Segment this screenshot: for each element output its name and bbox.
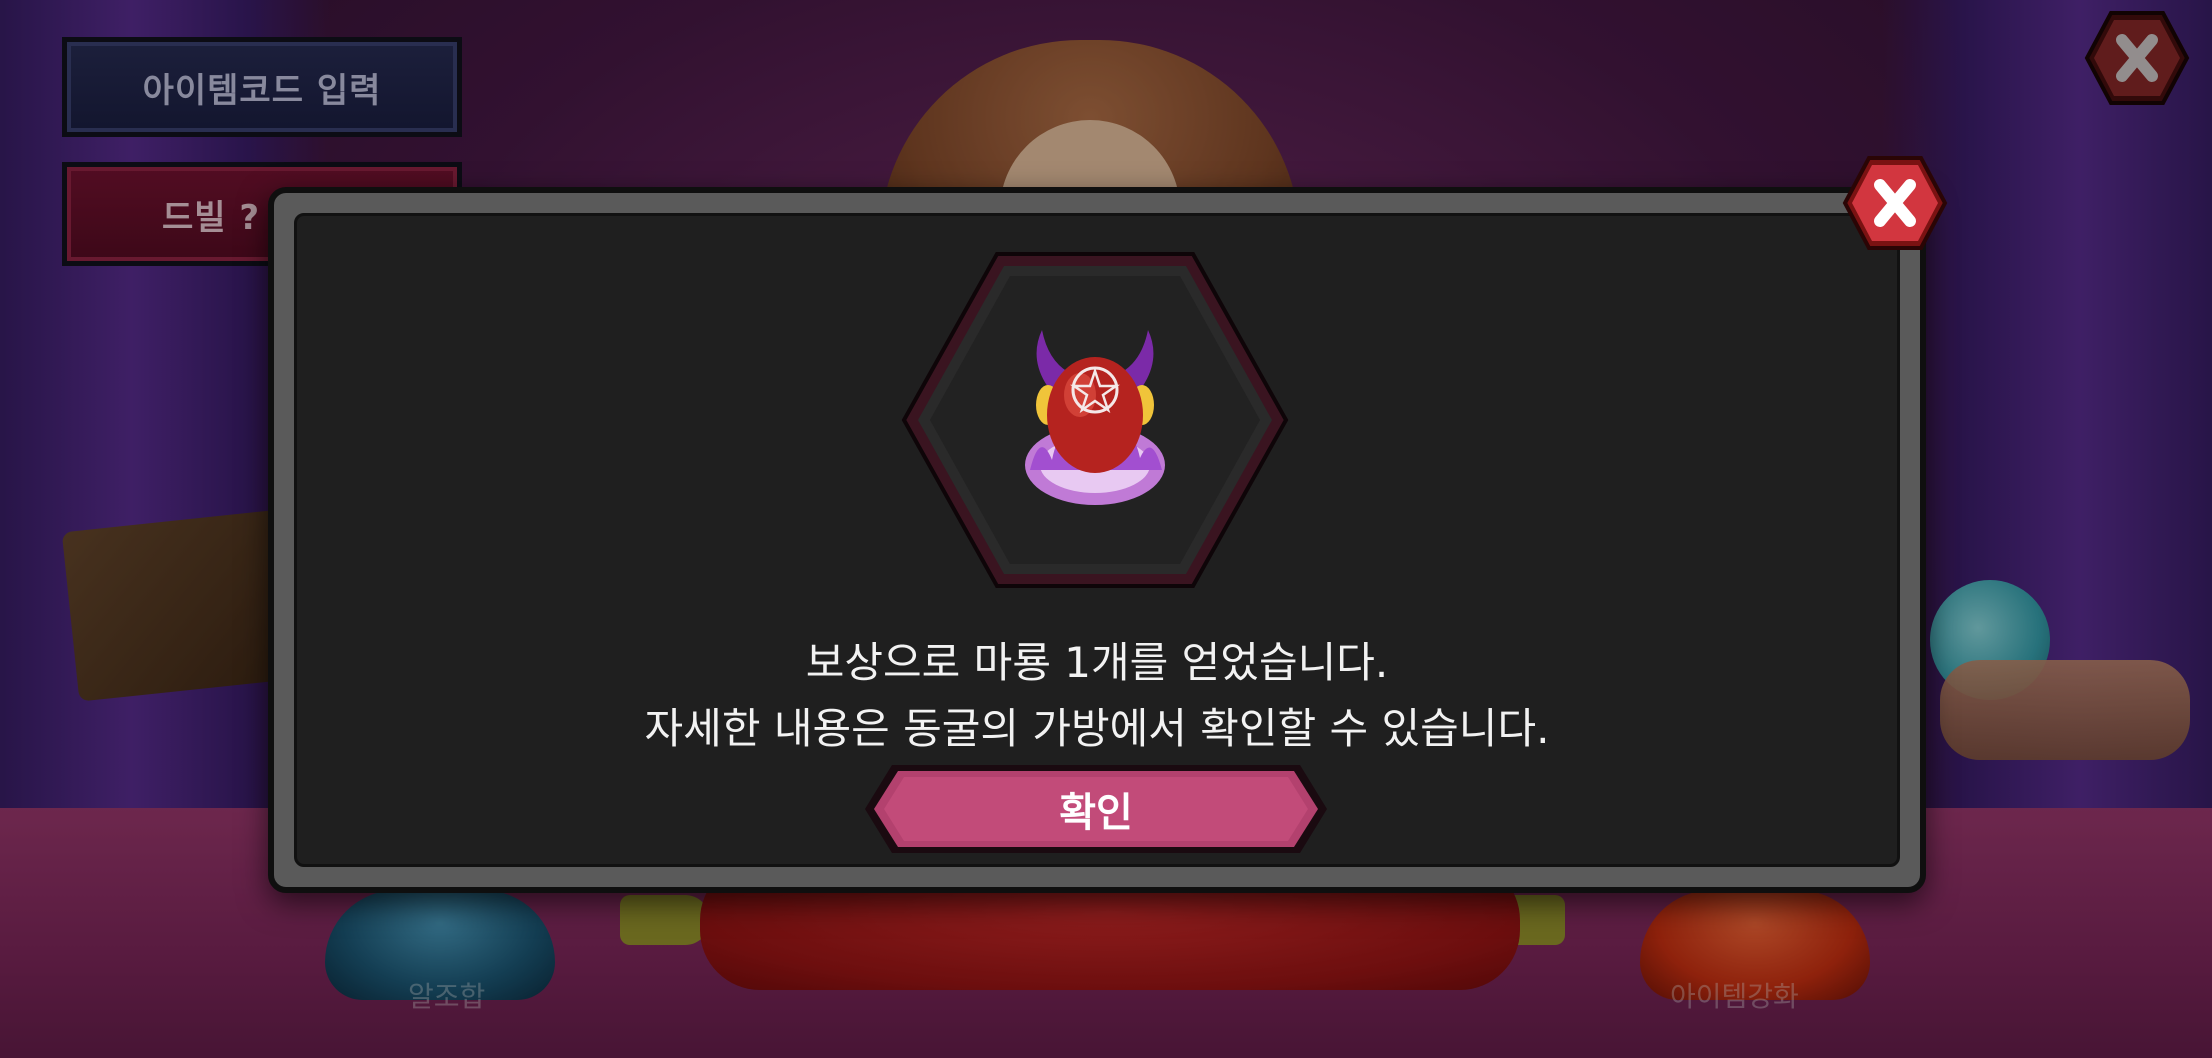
confirm-button[interactable]: 확인	[862, 762, 1330, 856]
dialog-close-button[interactable]	[1842, 155, 1948, 251]
reward-message-line1: 보상으로 마룡 1개를 얻었습니다.	[805, 638, 1389, 687]
confirm-button-label: 확인	[1059, 790, 1133, 836]
reward-item-frame	[900, 250, 1290, 590]
reward-message: 보상으로 마룡 1개를 얻었습니다. 자세한 내용은 동굴의 가방에서 확인할 …	[268, 630, 1926, 762]
game-scene: 알조합 아이템강화 아이템코드 입력 드빌 ? 보상으로 마룡 1개를 얻었습니…	[0, 0, 2212, 1058]
reward-message-line2: 자세한 내용은 동굴의 가방에서 확인할 수 있습니다.	[644, 704, 1550, 753]
close-icon	[1842, 156, 1948, 250]
